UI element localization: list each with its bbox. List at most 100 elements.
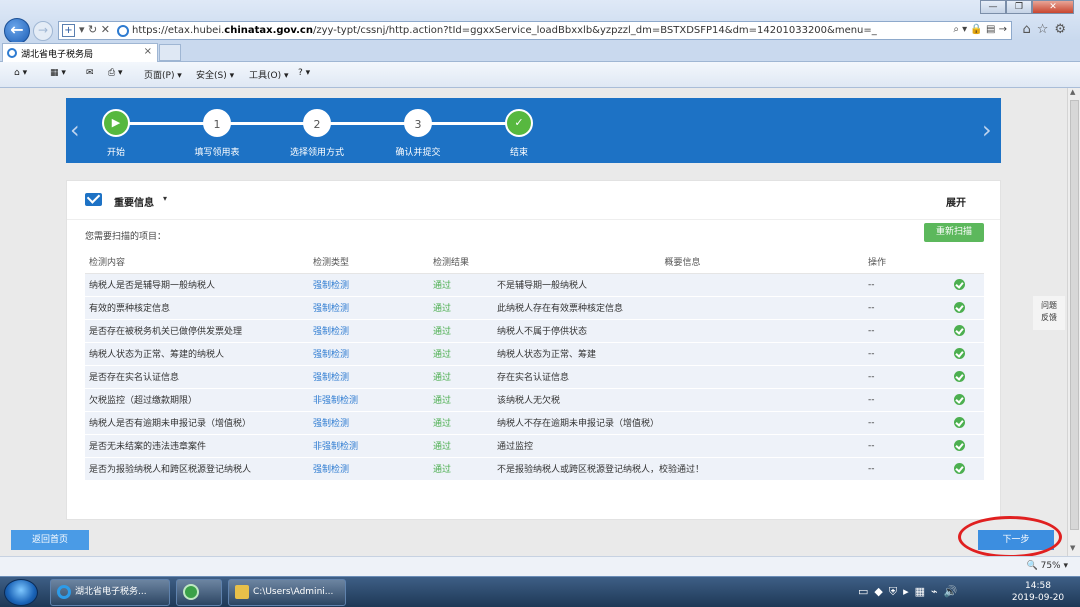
caret-down-icon[interactable]: ▾ bbox=[163, 194, 167, 203]
mail-read-icon[interactable]: ✉ bbox=[86, 68, 94, 78]
check-summary: 纳税人不存在逾期未申报记录（增值税） bbox=[497, 411, 868, 435]
check-summary: 存在实名认证信息 bbox=[497, 365, 868, 389]
check-type: 强制检测 bbox=[313, 296, 433, 320]
browser-tab[interactable]: 湖北省电子税务局 × bbox=[2, 43, 158, 62]
ie-icon bbox=[7, 48, 17, 58]
step-label-confirm: 确认并提交 bbox=[395, 148, 441, 158]
tab-row: 湖北省电子税务局 × bbox=[0, 42, 1080, 62]
check-type: 强制检测 bbox=[313, 273, 433, 297]
zoom-level[interactable]: 🔍 75% ▾ bbox=[1027, 561, 1068, 571]
step-label-end: 结束 bbox=[509, 148, 528, 158]
check-action: -- bbox=[868, 342, 954, 366]
check-pass-icon bbox=[954, 463, 965, 474]
check-result: 通过 bbox=[433, 342, 497, 366]
check-content: 纳税人是否有逾期未申报记录（增值税） bbox=[89, 411, 313, 435]
command-bar: ⌂ ▾ ▦ ▾ ✉ ⎙ ▾ 页面(P) ▾ 安全(S) ▾ 工具(O) ▾ ? … bbox=[0, 62, 1080, 88]
start-button[interactable] bbox=[4, 579, 38, 606]
address-url[interactable]: https://etax.hubei.chinatax.gov.cn/zyy-t… bbox=[132, 25, 877, 36]
home-star-gear-icons[interactable]: ⌂☆⚙ bbox=[1022, 22, 1072, 37]
header-type: 检测类型 bbox=[313, 251, 433, 274]
folder-icon bbox=[235, 584, 249, 599]
tab-close-icon[interactable]: × bbox=[144, 46, 152, 57]
carousel-next-icon[interactable]: › bbox=[982, 116, 992, 144]
print-icon[interactable]: ⎙ ▾ bbox=[108, 68, 123, 78]
safety-menu[interactable]: 安全(S) ▾ bbox=[196, 68, 234, 81]
plus-icon[interactable]: + bbox=[62, 24, 75, 37]
page-viewport: ‹ › ▶ 开始 1 填写领用表 2 选择领用方式 3 确认并提交 ✓ 结束 重… bbox=[0, 88, 1067, 556]
table-row: 是否存在实名认证信息 强制检测 通过 存在实名认证信息 -- bbox=[85, 365, 984, 389]
step-label-fill-form: 填写领用表 bbox=[194, 148, 240, 158]
scan-results-table: 检测内容 检测类型 检测结果 概要信息 操作 纳税人是否是辅导期一般纳税人 强制… bbox=[85, 251, 984, 481]
taskbar-pinned-app[interactable] bbox=[176, 579, 222, 606]
taskbar-explorer-window[interactable]: C:\Users\Admini... bbox=[228, 579, 346, 606]
system-tray-icons[interactable]: ▭◆⛨▸▦⌁🔊 bbox=[858, 585, 963, 599]
check-type: 强制检测 bbox=[313, 365, 433, 389]
section-title[interactable]: 重要信息 bbox=[114, 194, 154, 209]
expand-link[interactable]: 展开 bbox=[946, 194, 966, 209]
scan-items-label: 您需要扫描的项目： bbox=[85, 232, 167, 242]
table-row: 有效的票种核定信息 强制检测 通过 此纳税人存在有效票种核定信息 -- bbox=[85, 296, 984, 320]
window-controls: — ❐ ✕ bbox=[980, 0, 1074, 14]
check-summary: 不是辅导期一般纳税人 bbox=[497, 273, 868, 297]
refresh-stop-icons[interactable]: ▾ ↻ ✕ bbox=[79, 23, 110, 36]
check-pass-icon bbox=[954, 279, 965, 290]
page-menu[interactable]: 页面(P) ▾ bbox=[144, 68, 182, 81]
step-1-marker: 1 bbox=[203, 109, 231, 137]
table-row: 是否为报验纳税人和跨区税源登记纳税人 强制检测 通过 不是报验纳税人或跨区税源登… bbox=[85, 457, 984, 481]
table-row: 纳税人是否是辅导期一般纳税人 强制检测 通过 不是辅导期一般纳税人 -- bbox=[85, 273, 984, 297]
table-row: 纳税人是否有逾期未申报记录（增值税） 强制检测 通过 纳税人不存在逾期未申报记录… bbox=[85, 411, 984, 435]
minimize-icon[interactable]: — bbox=[980, 0, 1006, 14]
browser-address-row: ← → + ▾ ↻ ✕ https://etax.hubei.chinatax.… bbox=[0, 0, 1080, 44]
check-content: 纳税人是否是辅导期一般纳税人 bbox=[89, 273, 313, 297]
scroll-up-icon[interactable]: ▲ bbox=[1070, 88, 1075, 96]
check-content: 纳税人状态为正常、筹建的纳税人 bbox=[89, 342, 313, 366]
green-refresh-icon bbox=[183, 583, 199, 600]
address-bar-icons[interactable]: ⌕ ▾ 🔒 ▤ → bbox=[953, 24, 1007, 35]
table-row: 是否无未结案的违法违章案件 非强制检测 通过 通过监控 -- bbox=[85, 434, 984, 458]
home-icon[interactable]: ⌂ ▾ bbox=[14, 68, 27, 78]
check-content: 是否为报验纳税人和跨区税源登记纳税人 bbox=[89, 457, 313, 481]
check-content: 是否无未结案的违法违章案件 bbox=[89, 434, 313, 458]
check-action: -- bbox=[868, 296, 954, 320]
check-pass-icon bbox=[954, 394, 965, 405]
check-summary: 通过监控 bbox=[497, 434, 868, 458]
table-row: 欠税监控（超过缴款期限） 非强制检测 通过 该纳税人无欠税 -- bbox=[85, 388, 984, 412]
scrollbar-thumb[interactable] bbox=[1070, 100, 1079, 530]
address-bar[interactable]: + ▾ ↻ ✕ https://etax.hubei.chinatax.gov.… bbox=[58, 21, 1012, 40]
maximize-icon[interactable]: ❐ bbox=[1006, 0, 1032, 14]
close-icon[interactable]: ✕ bbox=[1032, 0, 1074, 14]
check-summary: 不是报验纳税人或跨区税源登记纳税人，校验通过！ bbox=[497, 457, 868, 481]
tools-menu[interactable]: 工具(O) ▾ bbox=[249, 68, 289, 81]
step-label-choose-method: 选择领用方式 bbox=[289, 148, 344, 158]
new-tab-button[interactable] bbox=[159, 44, 181, 61]
forward-button[interactable]: → bbox=[33, 21, 53, 41]
vertical-scrollbar[interactable]: ▲ ▼ bbox=[1067, 88, 1080, 556]
check-type: 强制检测 bbox=[313, 411, 433, 435]
back-home-button[interactable]: 返回首页 bbox=[11, 530, 89, 550]
step-label-start: 开始 bbox=[106, 148, 125, 158]
check-content: 是否存在实名认证信息 bbox=[89, 365, 313, 389]
table-header-row: 检测内容 检测类型 检测结果 概要信息 操作 bbox=[85, 251, 984, 274]
feedback-button[interactable]: 问题 反馈 bbox=[1033, 296, 1065, 330]
system-clock[interactable]: 14:58 2019-09-20 bbox=[1004, 580, 1072, 604]
check-result: 通过 bbox=[433, 388, 497, 412]
important-info-panel: 重要信息 ▾ 展开 您需要扫描的项目： 重新扫描 检测内容 检测类型 检测结果 … bbox=[66, 180, 1001, 520]
envelope-icon bbox=[85, 193, 102, 206]
step-3-marker: 3 bbox=[404, 109, 432, 137]
next-step-button[interactable]: 下一步 bbox=[978, 530, 1054, 550]
check-summary: 该纳税人无欠税 bbox=[497, 388, 868, 412]
step-end-check-icon: ✓ bbox=[505, 109, 533, 137]
scroll-down-icon[interactable]: ▼ bbox=[1070, 544, 1075, 552]
header-action: 操作 bbox=[868, 251, 954, 274]
back-button[interactable]: ← bbox=[4, 18, 30, 44]
rescan-button[interactable]: 重新扫描 bbox=[924, 223, 984, 242]
check-pass-icon bbox=[954, 417, 965, 428]
check-type: 强制检测 bbox=[313, 319, 433, 343]
feeds-icon[interactable]: ▦ ▾ bbox=[50, 68, 66, 78]
carousel-prev-icon[interactable]: ‹ bbox=[70, 116, 80, 144]
check-action: -- bbox=[868, 434, 954, 458]
check-pass-icon bbox=[954, 325, 965, 336]
taskbar-ie-window[interactable]: 湖北省电子税务... bbox=[50, 579, 170, 606]
feedback-label-line2: 反馈 bbox=[1041, 313, 1057, 322]
help-icon[interactable]: ? ▾ bbox=[298, 68, 310, 78]
